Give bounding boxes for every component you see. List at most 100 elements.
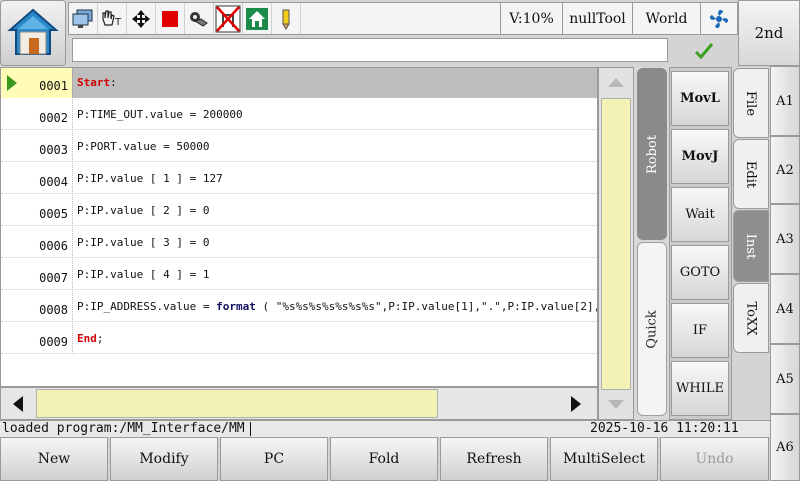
modify-button[interactable]: Modify (110, 437, 218, 481)
vertical-scroll-thumb[interactable] (601, 98, 631, 390)
a2-button[interactable]: A2 (770, 136, 800, 204)
tab-edit[interactable]: Edit (733, 139, 769, 209)
program-editor[interactable]: 0001 Start: 0002 P:TIME_OUT.value = 200000 0… (0, 67, 598, 387)
tool-readout[interactable]: nullTool (563, 3, 633, 34)
tab-inst-label: Inst (743, 233, 759, 259)
second-function-button[interactable]: 2nd (738, 0, 800, 66)
confirm-button[interactable] (671, 37, 737, 65)
scroll-left-button[interactable] (4, 389, 32, 418)
line-number: 0002 (1, 99, 73, 130)
pc-button[interactable]: PC (220, 437, 328, 481)
program-line[interactable]: 0002 P:TIME_OUT.value = 200000 (1, 99, 597, 130)
program-line[interactable]: 0004 P:IP.value [ 1 ] = 127 (1, 163, 597, 194)
line-code: P:IP.value [ 4 ] = 1 (77, 259, 209, 290)
run-pointer-icon (7, 75, 17, 91)
arrow-left-icon (13, 395, 23, 412)
line-code: P:IP_ADDRESS.value = format ( "%s%s%s%s%… (77, 291, 598, 322)
line-number: 0006 (1, 227, 73, 258)
arrow-down-icon (608, 399, 624, 409)
a3-button[interactable]: A3 (770, 204, 800, 274)
line-number: 0004 (1, 163, 73, 194)
instruction-if-button[interactable]: IF (671, 303, 729, 358)
code-text: P:IP.value [ 4 ] = 1 (77, 268, 210, 281)
refresh-button[interactable]: Refresh (440, 437, 548, 481)
instruction-wait-button[interactable]: Wait (671, 187, 729, 242)
a4-button[interactable]: A4 (770, 274, 800, 344)
instruction-while-button[interactable]: WHILE (671, 361, 729, 416)
jog-arrows-icon[interactable] (127, 3, 156, 34)
program-line[interactable]: 0007 P:IP.value [ 4 ] = 1 (1, 259, 597, 290)
program-line[interactable]: 0008 P:IP_ADDRESS.value = format ( "%s%s%… (1, 291, 598, 322)
program-line[interactable]: 0001 Start: (1, 68, 597, 98)
line-number: 0007 (1, 259, 73, 290)
frame-readout[interactable]: World (633, 3, 701, 34)
home-position-icon[interactable] (243, 3, 272, 34)
arrow-up-icon (608, 77, 624, 87)
hand-t-icon[interactable]: T (98, 3, 127, 34)
home-button[interactable] (0, 0, 66, 66)
new-button[interactable]: New (0, 437, 108, 481)
command-input[interactable] (72, 38, 668, 62)
code-text: P:TIME_OUT.value = 200000 (77, 108, 243, 121)
home-icon (7, 8, 59, 55)
tab-toxx[interactable]: ToXX (733, 283, 769, 353)
tab-file-label: File (743, 90, 759, 116)
tab-robot-label: Robot (644, 134, 660, 174)
code-text: P:IP.value [ 1 ] = 127 (77, 172, 223, 185)
status-toolbar: T V:10% nullTool World (68, 2, 738, 35)
scroll-up-button[interactable] (600, 68, 632, 96)
program-line[interactable]: 0009 End; (1, 323, 597, 354)
code-keyword: Start (77, 76, 111, 89)
horizontal-scroll-thumb[interactable] (36, 389, 438, 418)
program-line[interactable]: 0003 P:PORT.value = 50000 (1, 131, 597, 162)
scroll-right-button[interactable] (562, 389, 590, 418)
instruction-movl-button[interactable]: MovL (671, 71, 729, 126)
line-code: P:PORT.value = 50000 (77, 131, 209, 162)
instruction-movj-button[interactable]: MovJ (671, 129, 729, 184)
undo-button[interactable]: Undo (660, 437, 769, 481)
scroll-down-button[interactable] (600, 390, 632, 418)
line-number: 0009 (1, 323, 73, 354)
a5-button[interactable]: A5 (770, 344, 800, 414)
disabled-x-icon[interactable] (214, 3, 243, 34)
arrow-right-icon (571, 395, 581, 412)
instruction-goto-button[interactable]: GOTO (671, 245, 729, 300)
stop-square-icon[interactable] (156, 3, 185, 34)
pencil-icon[interactable] (272, 3, 301, 34)
tab-inst[interactable]: Inst (733, 210, 769, 282)
code-text: P:PORT.value = 50000 (77, 140, 210, 153)
code-text: P:IP.value [ 3 ] = 0 (77, 236, 210, 249)
monitor-icon[interactable] (69, 3, 98, 34)
code-keyword: End (77, 332, 97, 345)
tab-quick[interactable]: Quick (637, 242, 667, 416)
program-line[interactable]: 0005 P:IP.value [ 2 ] = 0 (1, 195, 597, 226)
hand-gear-icon[interactable] (185, 3, 214, 34)
line-code: P:TIME_OUT.value = 200000 (77, 99, 243, 130)
fold-button[interactable]: Fold (330, 437, 438, 481)
a6-button[interactable]: A6 (770, 414, 800, 481)
line-code: Start: (77, 68, 117, 98)
a1-button[interactable]: A1 (770, 66, 800, 136)
line-code: End; (77, 323, 104, 354)
text-cursor (250, 422, 251, 436)
tab-quick-label: Quick (644, 309, 660, 349)
code-text: ( "%s%s%s%s%s%s%s",P:IP.value[1],".",P:I… (262, 300, 598, 313)
code-keyword: format (216, 300, 256, 313)
tab-file[interactable]: File (733, 68, 769, 138)
multiselect-button[interactable]: MultiSelect (550, 437, 658, 481)
code-text: P:IP.value [ 2 ] = 0 (77, 204, 210, 217)
code-text: P:IP_ADDRESS.value = (77, 300, 217, 313)
status-message: loaded program:/MM_Interface/MM (2, 421, 245, 436)
speed-readout[interactable]: V:10% (501, 3, 563, 34)
status-datetime: 2025-10-16 11:20:11 (590, 421, 739, 436)
robot-fan-icon[interactable] (701, 3, 737, 34)
tab-robot[interactable]: Robot (637, 68, 667, 240)
toolbar-spacer (301, 3, 501, 34)
checkmark-icon (694, 43, 714, 60)
program-line[interactable]: 0006 P:IP.value [ 3 ] = 0 (1, 227, 597, 258)
svg-text:T: T (114, 17, 122, 28)
line-code: P:IP.value [ 2 ] = 0 (77, 195, 209, 226)
line-code: P:IP.value [ 3 ] = 0 (77, 227, 209, 258)
line-number: 0005 (1, 195, 73, 226)
tab-edit-label: Edit (743, 160, 759, 188)
